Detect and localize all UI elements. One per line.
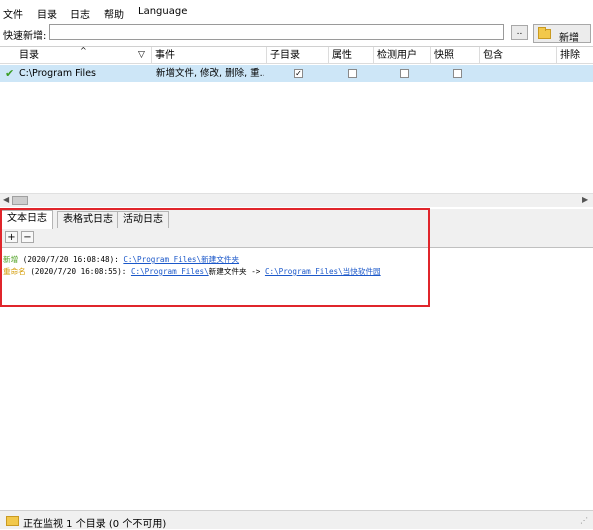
collapse-button[interactable]: −	[21, 231, 34, 243]
menu-bar: 文件 目录 日志 帮助 Language	[0, 0, 593, 22]
log-path-link[interactable]: C:\Program Files\	[131, 267, 209, 276]
attributes-checkbox[interactable]	[348, 69, 357, 78]
tab-table-log[interactable]: 表格式日志	[57, 211, 119, 228]
tab-text-log[interactable]: 文本日志	[1, 210, 53, 229]
row-events: 新增文件, 修改, 删除, 重...	[156, 68, 264, 79]
column-header-attributes[interactable]: 属性	[329, 47, 374, 64]
log-path-link[interactable]: C:\Program Files\新建文件夹	[123, 255, 239, 264]
column-header-directory-label: 目录	[19, 50, 39, 61]
column-header-detect-user[interactable]: 检测用户	[374, 47, 431, 64]
detect-user-checkbox[interactable]	[400, 69, 409, 78]
expand-button[interactable]: +	[5, 231, 18, 243]
sort-ascending-icon: ^	[80, 47, 87, 55]
scroll-right-icon[interactable]: ▶	[582, 195, 588, 204]
folder-icon	[538, 27, 551, 39]
quick-add-input[interactable]	[49, 24, 504, 40]
log-time: (2020/7/20 16:08:48):	[18, 255, 124, 264]
log-type: 重命名	[3, 267, 26, 276]
menu-language[interactable]: Language	[138, 6, 187, 17]
row-directory: C:\Program Files	[19, 68, 96, 79]
folder-icon	[6, 516, 19, 526]
log-entry: 重命名 (2020/7/20 16:08:55): C:\Program Fil…	[3, 266, 381, 277]
menu-help[interactable]: 帮助	[104, 6, 124, 21]
text-log: 新增 (2020/7/20 16:08:48): C:\Program File…	[0, 248, 593, 510]
filter-icon[interactable]: ▽	[138, 47, 145, 63]
resize-grip-icon[interactable]: ⋰	[580, 516, 588, 525]
browse-button[interactable]: ..	[511, 25, 528, 40]
scrollbar-thumb[interactable]	[12, 196, 28, 205]
log-time: (2020/7/20 16:08:55):	[25, 267, 131, 276]
quick-add-bar: 快速新增: .. 新增	[0, 22, 593, 46]
scroll-left-icon[interactable]: ◀	[3, 195, 9, 204]
column-header-directory[interactable]: 目录 ^ ▽	[0, 47, 152, 64]
log-type: 新增	[3, 255, 19, 264]
log-rename-text: 新建文件夹 ->	[208, 267, 265, 276]
snapshot-checkbox[interactable]	[453, 69, 462, 78]
log-target-link[interactable]: C:\Program Files\当快软件园	[265, 267, 381, 276]
column-header-exclude[interactable]: 排除	[557, 47, 593, 64]
menu-directory[interactable]: 目录	[37, 6, 57, 21]
log-entry: 新增 (2020/7/20 16:08:48): C:\Program File…	[3, 254, 239, 265]
column-header-subdirs[interactable]: 子目录	[267, 47, 329, 64]
checkmark-icon: ✔	[5, 67, 15, 80]
status-bar: 正在监视 1 个目录 (0 个不可用) ⋰	[0, 510, 593, 530]
add-button[interactable]: 新增	[533, 24, 591, 44]
quick-add-label: 快速新增:	[3, 31, 47, 42]
menu-log[interactable]: 日志	[70, 6, 90, 21]
column-header-events[interactable]: 事件	[152, 47, 267, 64]
column-header-include[interactable]: 包含	[480, 47, 557, 64]
log-tabs: 文本日志 表格式日志 活动日志	[0, 209, 593, 230]
column-header-snapshot[interactable]: 快照	[431, 47, 480, 64]
horizontal-scrollbar[interactable]: ◀ ▶	[0, 193, 593, 207]
tab-activity-log[interactable]: 活动日志	[117, 211, 169, 228]
menu-file[interactable]: 文件	[3, 6, 23, 21]
log-toolbar: + −	[0, 229, 593, 248]
add-button-label: 新增	[559, 33, 579, 44]
directory-table: 目录 ^ ▽ 事件 子目录 属性 检测用户 快照 包含 排除 ✔ C:\Prog…	[0, 46, 593, 195]
subdirs-checkbox[interactable]: ✓	[294, 69, 303, 78]
